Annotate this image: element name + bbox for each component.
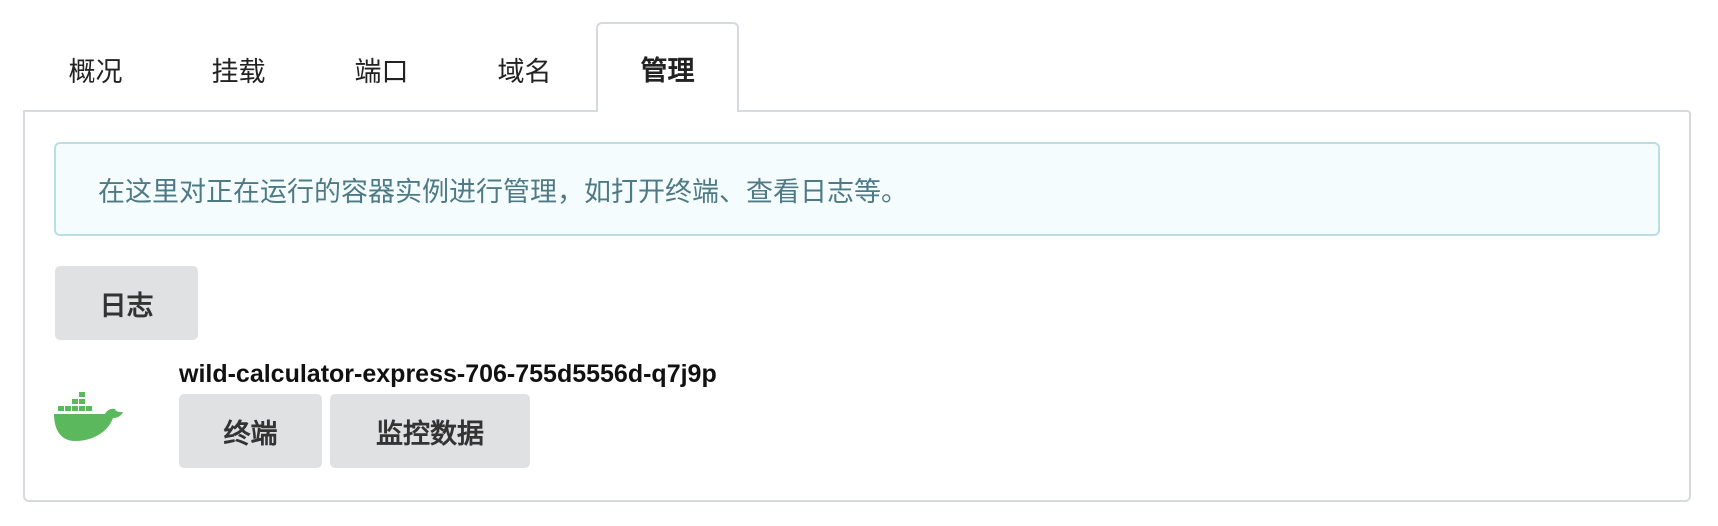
metrics-button[interactable]: 监控数据	[330, 394, 530, 468]
info-alert: 在这里对正在运行的容器实例进行管理，如打开终端、查看日志等。	[54, 142, 1660, 236]
tab-manage[interactable]: 管理	[596, 22, 739, 112]
tab-bar: 概况 挂载 端口 域名 管理	[24, 22, 739, 112]
container-instance: wild-calculator-express-706-755d5556d-q7…	[53, 360, 1653, 488]
logs-button[interactable]: 日志	[55, 266, 198, 340]
info-alert-text: 在这里对正在运行的容器实例进行管理，如打开终端、查看日志等。	[98, 176, 908, 208]
app-root: 概况 挂载 端口 域名 管理 在这里对正在运行的容器实例进行管理，如打开终端、查…	[0, 0, 1718, 526]
tab-domains[interactable]: 域名	[453, 24, 596, 112]
container-name: wild-calculator-express-706-755d5556d-q7…	[179, 360, 717, 388]
terminal-button[interactable]: 终端	[179, 394, 322, 468]
tab-ports[interactable]: 端口	[310, 24, 453, 112]
docker-icon	[54, 392, 123, 441]
tab-mounts[interactable]: 挂载	[167, 24, 310, 112]
tab-overview[interactable]: 概况	[24, 24, 167, 112]
manage-panel: 在这里对正在运行的容器实例进行管理，如打开终端、查看日志等。 日志 wild-c…	[23, 110, 1691, 502]
